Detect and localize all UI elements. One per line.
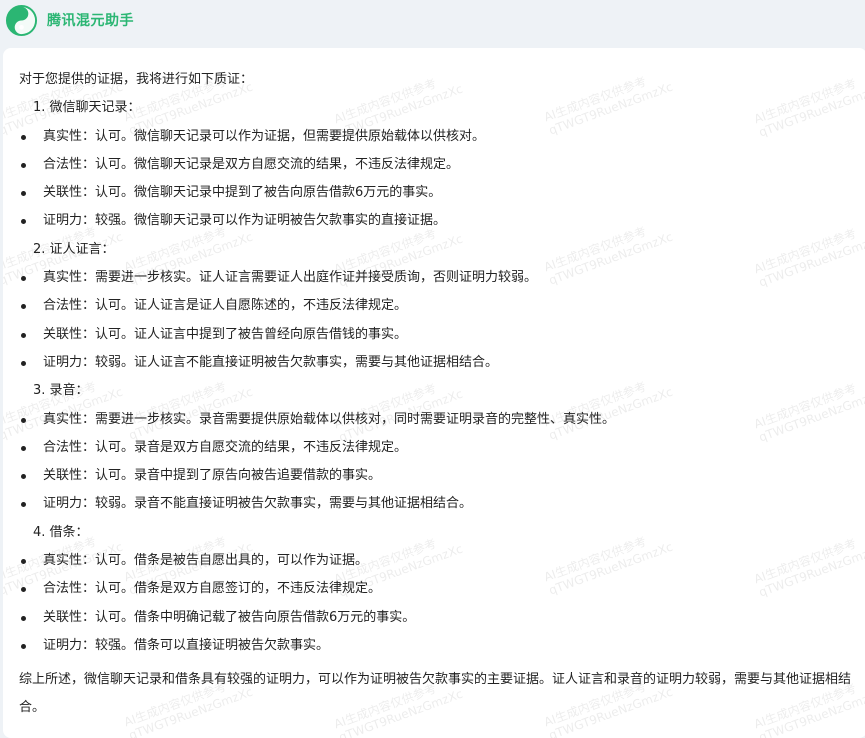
list-item: 真实性：需要进一步核实。录音需要提供原始载体以供核对，同时需要证明录音的完整性、… [19, 406, 851, 434]
intro-text: 对于您提供的证据，我将进行如下质证： [19, 72, 254, 87]
answer-card: AI生成内容仅供参考 qTWGT9RueNzGmzXc AI生成内容仅供参考 qTW… [3, 48, 865, 738]
list-item: 合法性：认可。证人证言是证人自愿陈述的，不违反法律规定。 [19, 292, 851, 320]
list-item: 证明力：较弱。证人证言不能直接证明被告欠款事实，需要与其他证据相结合。 [19, 349, 851, 377]
hunyuan-logo-icon [5, 4, 38, 37]
section-heading: 3. 录音： [33, 383, 89, 399]
app-title: 腾讯混元助手 [47, 13, 134, 29]
list-item: 证明力：较强。微信聊天记录可以作为证明被告欠款事实的直接证据。 [19, 207, 851, 235]
answer-content: 对于您提供的证据，我将进行如下质证： 1. 微信聊天记录： 真实性：认可。微信聊… [19, 66, 851, 722]
list-item: 真实性：需要进一步核实。证人证言需要证人出庭作证并接受质询，否则证明力较弱。 [19, 264, 851, 292]
list-item: 真实性：认可。微信聊天记录可以作为证据，但需要提供原始载体以供核对。 [19, 123, 851, 151]
section-heading: 1. 微信聊天记录： [33, 100, 141, 116]
list-item: 合法性：认可。借条是双方自愿签订的，不违反法律规定。 [19, 575, 851, 603]
app-header: 腾讯混元助手 [0, 0, 865, 42]
list-item: 关联性：认可。借条中明确记载了被告向原告借款6万元的事实。 [19, 604, 851, 632]
list-item: 关联性：认可。证人证言中提到了被告曾经向原告借钱的事实。 [19, 321, 851, 349]
list-item: 真实性：认可。借条是被告自愿出具的，可以作为证据。 [19, 547, 851, 575]
list-item: 关联性：认可。微信聊天记录中提到了被告向原告借款6万元的事实。 [19, 179, 851, 207]
list-item: 关联性：认可。录音中提到了原告向被告追要借款的事实。 [19, 462, 851, 490]
list-item: 证明力：较强。借条可以直接证明被告欠款事实。 [19, 632, 851, 660]
list-item: 合法性：认可。录音是双方自愿交流的结果，不违反法律规定。 [19, 434, 851, 462]
list-item: 证明力：较弱。录音不能直接证明被告欠款事实，需要与其他证据相结合。 [19, 490, 851, 518]
summary-text: 综上所述，微信聊天记录和借条具有较强的证明力，可以作为证明被告欠款事实的主要证据… [19, 672, 852, 716]
section-heading: 4. 借条： [33, 524, 89, 540]
section-heading: 2. 证人证言： [33, 241, 115, 257]
list-item: 合法性：认可。微信聊天记录是双方自愿交流的结果，不违反法律规定。 [19, 151, 851, 179]
